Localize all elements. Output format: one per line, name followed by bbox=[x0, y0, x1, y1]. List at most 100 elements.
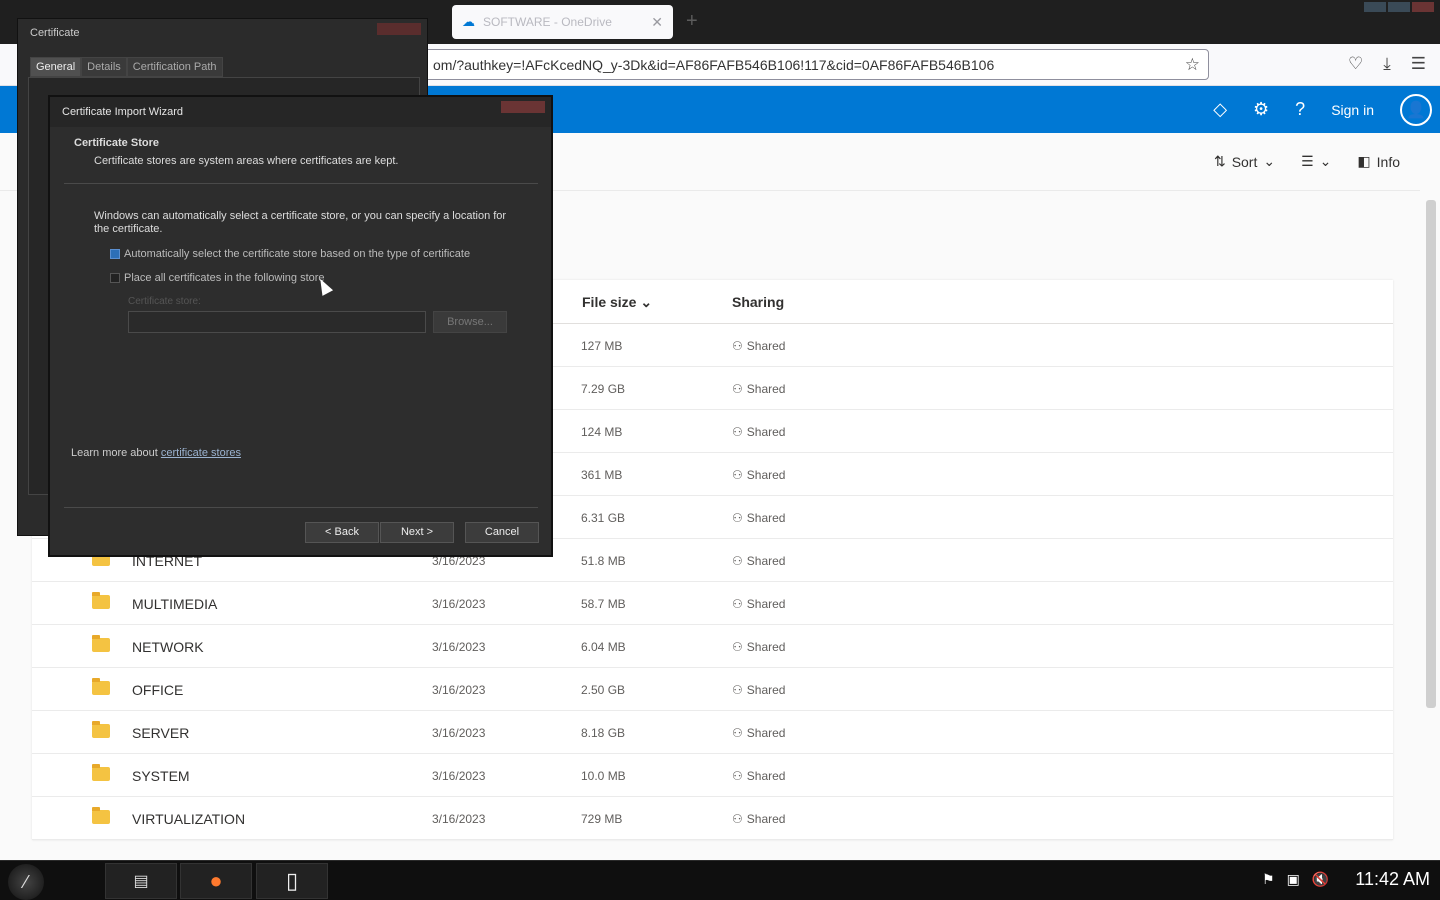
flag-icon[interactable]: ⚑ bbox=[1262, 871, 1275, 888]
menu-icon[interactable]: ☰ bbox=[1411, 54, 1426, 74]
table-row[interactable]: VIRTUALIZATION 3/16/2023 729 MB ⚇ Shared bbox=[32, 797, 1393, 840]
row-sharing: ⚇ Shared bbox=[732, 425, 785, 439]
radio-place-in-store[interactable] bbox=[110, 273, 120, 283]
sort-label: Sort bbox=[1231, 153, 1258, 170]
certificate-window-title: Certificate bbox=[30, 27, 80, 39]
maximize-button[interactable] bbox=[1388, 2, 1410, 12]
help-icon[interactable]: ? bbox=[1295, 99, 1305, 120]
people-icon: ⚇ bbox=[732, 812, 743, 826]
url-text[interactable]: om/?authkey=!AFcKcedNQ_y-3Dk&id=AF86FAFB… bbox=[433, 57, 1185, 73]
radio-auto-select[interactable] bbox=[110, 249, 120, 259]
people-icon: ⚇ bbox=[732, 726, 743, 740]
people-icon: ⚇ bbox=[732, 597, 743, 611]
people-icon: ⚇ bbox=[732, 468, 743, 482]
minimize-button[interactable] bbox=[1364, 2, 1386, 12]
sort-button[interactable]: ⇅ Sort ⌄ bbox=[1214, 153, 1275, 170]
tab-general[interactable]: General bbox=[30, 57, 82, 77]
system-tray: ⚑ ▣ 🔇 11:42 AM bbox=[1262, 869, 1430, 890]
clock[interactable]: 11:42 AM bbox=[1355, 869, 1430, 890]
wizard-header: Certificate Store Certificate stores are… bbox=[74, 137, 398, 167]
row-sharing: ⚇ Shared bbox=[732, 468, 785, 482]
certificate-tabs: General Details Certification Path bbox=[30, 57, 223, 77]
pocket-icon[interactable]: ♡ bbox=[1348, 54, 1363, 74]
row-sharing: ⚇ Shared bbox=[732, 769, 785, 783]
option-place-in-store[interactable]: Place all certificates in the following … bbox=[110, 272, 325, 284]
sharing-label: Shared bbox=[746, 554, 786, 568]
nav-icons: ♡ ⤓ ☰ bbox=[1348, 54, 1426, 74]
row-date: 3/16/2023 bbox=[432, 683, 486, 697]
column-header-file-size[interactable]: File size ⌄ bbox=[582, 294, 652, 311]
avatar-icon[interactable]: 👤 bbox=[1400, 93, 1432, 126]
certificate-stores-link[interactable]: certificate stores bbox=[161, 447, 241, 459]
sign-in-link[interactable]: Sign in bbox=[1331, 102, 1374, 118]
column-header-sharing[interactable]: Sharing bbox=[732, 294, 784, 310]
learn-more: Learn more about certificate stores bbox=[71, 447, 241, 459]
certificate-close-button[interactable] bbox=[377, 23, 421, 35]
window-controls bbox=[1364, 2, 1434, 12]
bookmark-star-icon[interactable]: ☆ bbox=[1185, 55, 1200, 75]
row-size: 6.31 GB bbox=[581, 511, 626, 525]
row-size: 6.04 MB bbox=[581, 640, 626, 654]
start-menu-icon[interactable]: ⁄ bbox=[8, 864, 44, 900]
next-button[interactable]: Next > bbox=[380, 522, 454, 543]
table-row[interactable]: OFFICE 3/16/2023 2.50 GB ⚇ Shared bbox=[32, 668, 1393, 711]
tab-close-icon[interactable]: ✕ bbox=[651, 14, 663, 31]
close-window-button[interactable] bbox=[1412, 2, 1434, 12]
firefox-icon: ● bbox=[209, 868, 223, 893]
people-icon: ⚇ bbox=[732, 769, 743, 783]
tab-certification-path[interactable]: Certification Path bbox=[126, 57, 223, 77]
people-icon: ⚇ bbox=[732, 339, 743, 353]
row-name[interactable]: SYSTEM bbox=[132, 768, 190, 784]
taskbar-app-firefox[interactable]: ● bbox=[180, 863, 252, 899]
wizard-close-button[interactable] bbox=[501, 101, 545, 113]
option-auto-select[interactable]: Automatically select the certificate sto… bbox=[110, 248, 470, 260]
network-icon[interactable]: ▣ bbox=[1287, 871, 1300, 888]
table-row[interactable]: MULTIMEDIA 3/16/2023 58.7 MB ⚇ Shared bbox=[32, 582, 1393, 625]
download-icon[interactable]: ⤓ bbox=[1383, 54, 1391, 74]
row-name[interactable]: NETWORK bbox=[132, 639, 204, 655]
table-row[interactable]: SERVER 3/16/2023 8.18 GB ⚇ Shared bbox=[32, 711, 1393, 754]
new-tab-icon[interactable]: + bbox=[686, 10, 698, 33]
folder-icon bbox=[92, 635, 110, 652]
sharing-label: Shared bbox=[746, 726, 786, 740]
people-icon: ⚇ bbox=[732, 554, 743, 568]
tab-onedrive[interactable]: ☁ SOFTWARE - OneDrive ✕ bbox=[452, 5, 673, 39]
list-view-icon: ☰ bbox=[1301, 153, 1314, 169]
back-button[interactable]: < Back bbox=[305, 522, 379, 543]
page-scrollbar[interactable] bbox=[1426, 200, 1436, 708]
learn-more-text: Learn more about bbox=[71, 447, 161, 459]
document-icon: ▯ bbox=[285, 868, 299, 893]
info-pane-icon: ◧ bbox=[1357, 153, 1371, 169]
certificate-store-field bbox=[128, 311, 426, 333]
window-stack-icon: ▤ bbox=[133, 873, 149, 890]
view-options-button[interactable]: ☰ ⌄ bbox=[1301, 153, 1331, 170]
table-row[interactable]: NETWORK 3/16/2023 6.04 MB ⚇ Shared bbox=[32, 625, 1393, 668]
row-name[interactable]: OFFICE bbox=[132, 682, 183, 698]
tab-details[interactable]: Details bbox=[81, 57, 127, 77]
row-size: 8.18 GB bbox=[581, 726, 626, 740]
settings-gear-icon[interactable]: ⚙ bbox=[1253, 99, 1269, 120]
sharing-label: Shared bbox=[746, 339, 786, 353]
row-name[interactable]: VIRTUALIZATION bbox=[132, 811, 245, 827]
row-sharing: ⚇ Shared bbox=[732, 640, 785, 654]
wizard-title: Certificate Import Wizard bbox=[50, 97, 551, 127]
volume-muted-icon[interactable]: 🔇 bbox=[1312, 871, 1329, 888]
sort-icon: ⇅ bbox=[1213, 153, 1226, 169]
row-size: 361 MB bbox=[581, 468, 623, 482]
info-button[interactable]: ◧ Info bbox=[1357, 153, 1400, 170]
address-bar[interactable]: om/?authkey=!AFcKcedNQ_y-3Dk&id=AF86FAFB… bbox=[424, 49, 1209, 80]
premium-diamond-icon[interactable]: ◇ bbox=[1213, 99, 1227, 120]
option-auto-label: Automatically select the certificate sto… bbox=[124, 248, 471, 260]
cancel-button[interactable]: Cancel bbox=[465, 522, 539, 543]
table-row[interactable]: SYSTEM 3/16/2023 10.0 MB ⚇ Shared bbox=[32, 754, 1393, 797]
row-sharing: ⚇ Shared bbox=[732, 511, 785, 525]
taskbar-app-certmgr[interactable]: ▤ bbox=[105, 863, 177, 899]
row-name[interactable]: MULTIMEDIA bbox=[132, 596, 217, 612]
taskbar-app-document[interactable]: ▯ bbox=[256, 863, 328, 899]
people-icon: ⚇ bbox=[732, 640, 743, 654]
sharing-label: Shared bbox=[746, 468, 786, 482]
folder-icon bbox=[92, 592, 110, 609]
chevron-down-icon: ⌄ bbox=[1263, 153, 1276, 169]
row-name[interactable]: SERVER bbox=[132, 725, 189, 741]
row-size: 2.50 GB bbox=[581, 683, 626, 697]
